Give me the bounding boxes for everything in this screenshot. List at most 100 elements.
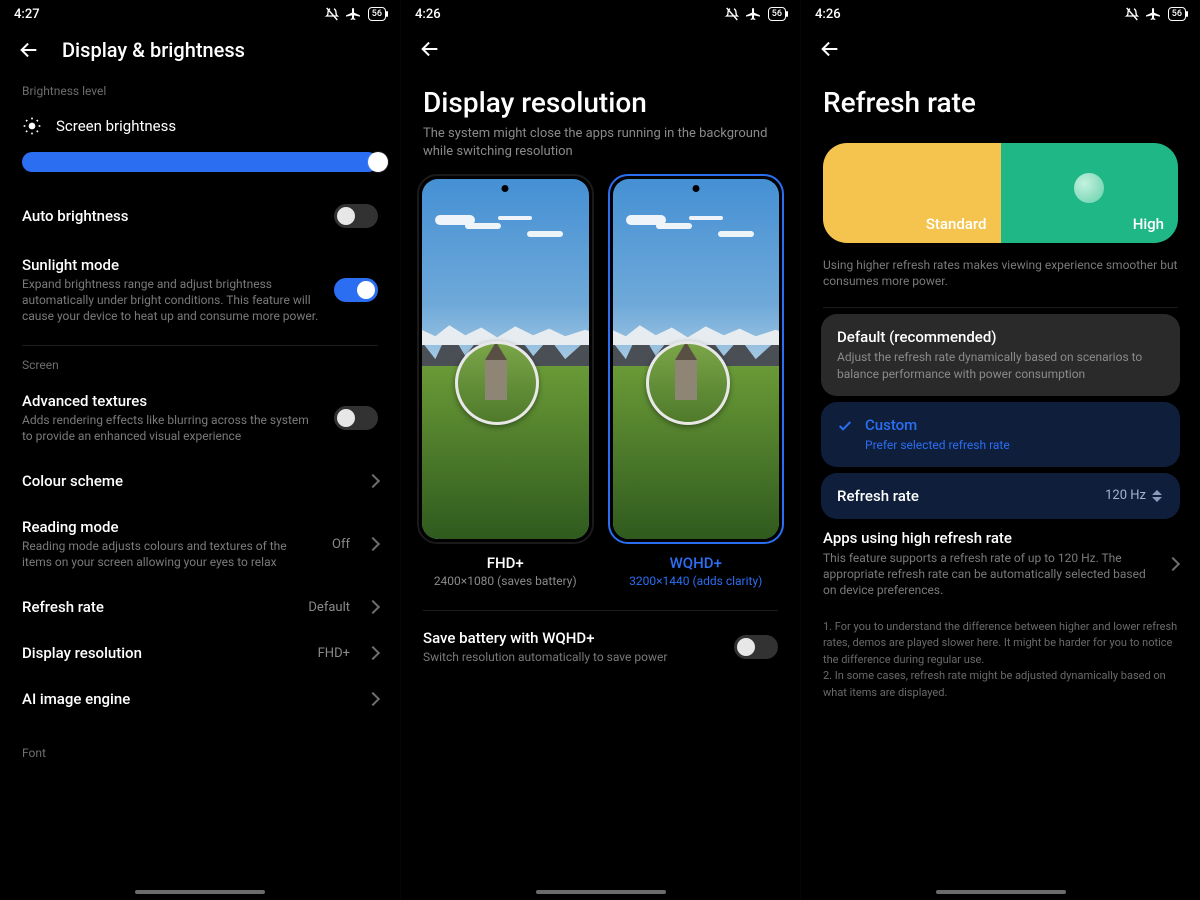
chevron-right-icon	[366, 474, 380, 488]
auto-brightness-toggle[interactable]	[334, 204, 378, 228]
option-custom[interactable]: Custom Prefer selected refresh rate	[821, 402, 1180, 467]
sunlight-mode-label: Sunlight mode	[22, 256, 320, 274]
fhd-detail: 2400×1080 (saves battery)	[417, 574, 594, 588]
chevron-right-icon	[1166, 557, 1180, 571]
refresh-rate-value: 120 Hz	[1105, 488, 1146, 503]
refresh-info: Using higher refresh rates makes viewing…	[801, 257, 1200, 303]
status-bar: 4:26 56	[401, 0, 800, 24]
back-button[interactable]	[419, 38, 441, 60]
battery-icon: 56	[368, 7, 386, 21]
save-battery-row[interactable]: Save battery with WQHD+ Switch resolutio…	[401, 615, 800, 679]
battery-icon: 56	[1168, 7, 1186, 21]
apps-high-refresh-desc: This feature supports a refresh rate of …	[823, 550, 1158, 599]
auto-brightness-row[interactable]: Auto brightness	[22, 190, 378, 242]
mute-icon	[724, 6, 740, 22]
option-custom-title: Custom	[865, 416, 1010, 434]
reading-mode-desc: Reading mode adjusts colours and texture…	[22, 538, 318, 570]
save-battery-desc: Switch resolution automatically to save …	[423, 649, 720, 665]
refresh-rate-value-row[interactable]: Refresh rate 120 Hz	[821, 473, 1180, 519]
ai-image-engine-label: AI image engine	[22, 690, 354, 708]
footnote-2: 2. In some cases, refresh rate might be …	[823, 668, 1178, 701]
apps-high-refresh-row[interactable]: Apps using high refresh rate This featur…	[823, 529, 1178, 599]
status-time: 4:27	[14, 7, 40, 22]
display-brightness-screen: 4:27 56 Display & brightness Brightness …	[0, 0, 400, 900]
back-button[interactable]	[18, 39, 40, 61]
resolution-option-fhd[interactable]: FHD+ 2400×1080 (saves battery)	[417, 174, 594, 588]
option-default-desc: Adjust the refresh rate dynamically base…	[837, 349, 1164, 381]
orb-icon	[1074, 173, 1104, 203]
refresh-rate-screen: 4:26 56 Refresh rate Standard High Using…	[800, 0, 1200, 900]
reading-mode-label: Reading mode	[22, 518, 318, 536]
status-bar: 4:26 56	[801, 0, 1200, 24]
home-indicator[interactable]	[536, 890, 666, 894]
chevron-right-icon	[366, 537, 380, 551]
fhd-label: FHD+	[417, 554, 594, 572]
section-screen: Screen	[22, 358, 378, 372]
advanced-textures-label: Advanced textures	[22, 392, 320, 410]
sunlight-mode-toggle[interactable]	[334, 278, 378, 302]
footnotes: 1. For you to understand the difference …	[801, 605, 1200, 716]
refresh-rate-label: Refresh rate	[22, 598, 294, 616]
apps-high-refresh-label: Apps using high refresh rate	[823, 529, 1158, 547]
airplane-icon	[346, 6, 362, 22]
option-default[interactable]: Default (recommended) Adjust the refresh…	[821, 314, 1180, 395]
refresh-rate-demo: Standard High	[823, 143, 1178, 243]
chevron-right-icon	[366, 692, 380, 706]
option-custom-desc: Prefer selected refresh rate	[865, 437, 1010, 453]
home-indicator[interactable]	[135, 890, 265, 894]
page-title: Display resolution	[401, 70, 800, 125]
home-indicator[interactable]	[936, 890, 1066, 894]
brightness-slider[interactable]	[22, 152, 378, 172]
auto-brightness-label: Auto brightness	[22, 207, 320, 225]
airplane-icon	[746, 6, 762, 22]
divider	[22, 345, 378, 346]
check-icon	[837, 418, 853, 434]
status-bar: 4:27 56	[0, 0, 400, 24]
advanced-textures-toggle[interactable]	[334, 406, 378, 430]
sun-icon	[22, 116, 42, 136]
page-title: Display & brightness	[62, 38, 245, 62]
refresh-rate-value-label: Refresh rate	[837, 487, 919, 505]
colour-scheme-row[interactable]: Colour scheme	[22, 458, 378, 504]
demo-standard: Standard	[823, 143, 1001, 243]
reading-mode-value: Off	[332, 537, 350, 552]
screen-brightness-label: Screen brightness	[56, 117, 176, 135]
save-battery-label: Save battery with WQHD+	[423, 629, 720, 647]
status-time: 4:26	[815, 7, 841, 22]
refresh-rate-value: Default	[308, 600, 350, 615]
display-resolution-screen: 4:26 56 Display resolution The system mi…	[400, 0, 800, 900]
footnote-1: 1. For you to understand the difference …	[823, 619, 1178, 669]
page-subtitle: The system might close the apps running …	[401, 125, 800, 174]
save-battery-toggle[interactable]	[734, 635, 778, 659]
advanced-textures-row[interactable]: Advanced textures Adds rendering effects…	[22, 378, 378, 458]
colour-scheme-label: Colour scheme	[22, 472, 354, 490]
chevron-right-icon	[366, 646, 380, 660]
sunlight-mode-desc: Expand brightness range and adjust brigh…	[22, 276, 320, 325]
display-resolution-label: Display resolution	[22, 644, 304, 662]
wqhd-detail: 3200×1440 (adds clarity)	[608, 574, 785, 588]
advanced-textures-desc: Adds rendering effects like blurring acr…	[22, 412, 320, 444]
demo-high: High	[1001, 143, 1179, 243]
section-brightness: Brightness level	[22, 84, 378, 98]
option-default-title: Default (recommended)	[837, 328, 1164, 346]
reading-mode-row[interactable]: Reading mode Reading mode adjusts colour…	[22, 504, 378, 584]
airplane-icon	[1146, 6, 1162, 22]
screen-brightness-row: Screen brightness	[22, 104, 378, 146]
wqhd-label: WQHD+	[608, 554, 785, 572]
display-resolution-row[interactable]: Display resolution FHD+	[22, 630, 378, 676]
stepper-icon[interactable]	[1152, 490, 1164, 502]
refresh-rate-row[interactable]: Refresh rate Default	[22, 584, 378, 630]
divider	[823, 307, 1178, 308]
section-font: Font	[22, 746, 378, 760]
page-title: Refresh rate	[801, 70, 1200, 125]
mute-icon	[1124, 6, 1140, 22]
mute-icon	[324, 6, 340, 22]
chevron-right-icon	[366, 600, 380, 614]
back-button[interactable]	[819, 38, 841, 60]
resolution-option-wqhd[interactable]: WQHD+ 3200×1440 (adds clarity)	[608, 174, 785, 588]
ai-image-engine-row[interactable]: AI image engine	[22, 676, 378, 722]
display-resolution-value: FHD+	[318, 646, 350, 661]
sunlight-mode-row[interactable]: Sunlight mode Expand brightness range an…	[22, 242, 378, 339]
battery-icon: 56	[768, 7, 786, 21]
status-time: 4:26	[415, 7, 441, 22]
